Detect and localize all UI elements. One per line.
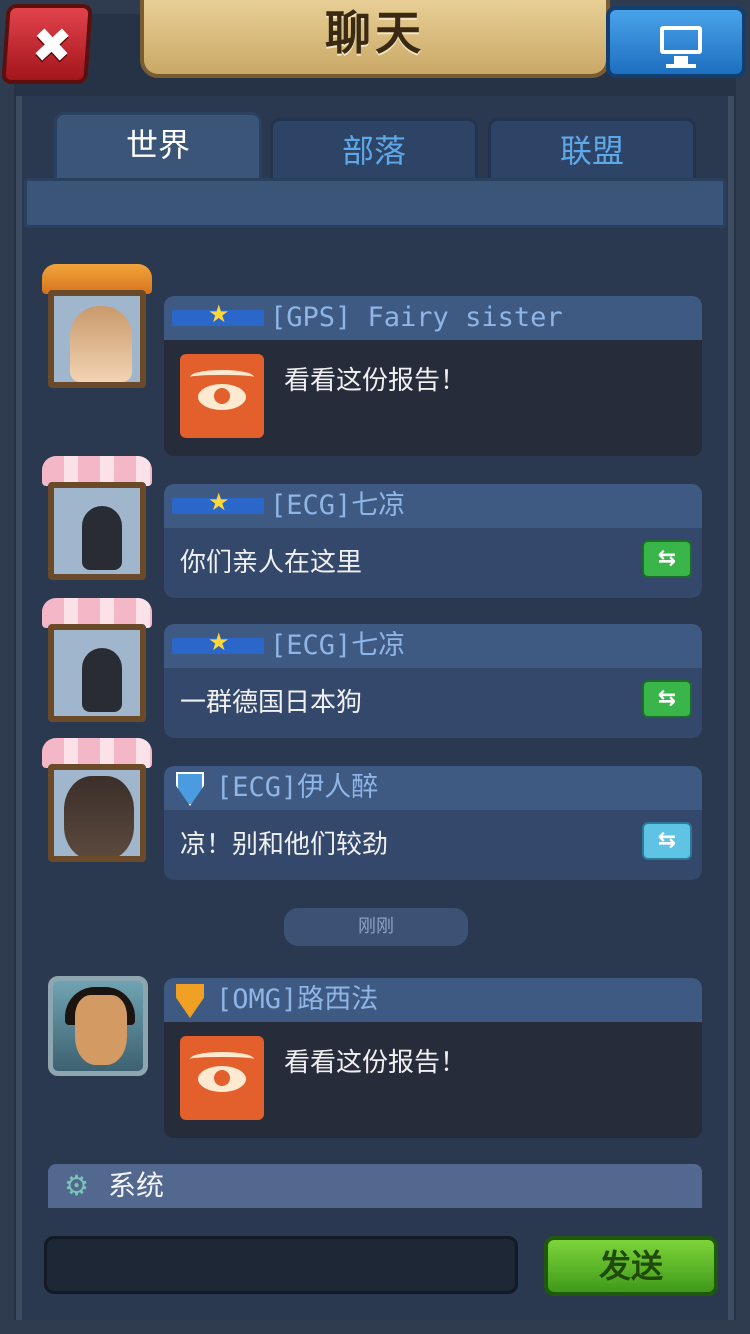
message-bubble: [OMG]路西法 看看这份报告！ bbox=[164, 978, 702, 1138]
system-label: 系统 bbox=[108, 1169, 165, 1202]
rank-banner-icon: ★ bbox=[172, 490, 264, 514]
battle-report-icon[interactable] bbox=[180, 1036, 264, 1120]
avatar[interactable] bbox=[40, 456, 154, 590]
message-bubble: [ECG]伊人醉 凉！别和他们较劲 ⇆ bbox=[164, 766, 702, 880]
sender-name: [ECG]七凉 bbox=[270, 630, 406, 661]
tab-alliance[interactable]: 联盟 bbox=[488, 118, 696, 180]
clan-shield-icon bbox=[176, 772, 204, 806]
avatar[interactable] bbox=[40, 738, 154, 872]
avatar[interactable] bbox=[40, 264, 154, 398]
close-icon: ✖ bbox=[29, 18, 75, 74]
clan-shield-icon bbox=[176, 984, 204, 1018]
close-button[interactable]: ✖ bbox=[1, 4, 93, 84]
message-text: 看看这份报告！ bbox=[284, 1048, 467, 1078]
message-bubble: ★ [GPS] Fairy sister 看看这份报告！ bbox=[164, 296, 702, 456]
sender-name: [GPS] Fairy sister bbox=[270, 302, 563, 333]
chat-tabs: 世界 部落 联盟 bbox=[50, 112, 700, 180]
system-section[interactable]: ⚙ 系统 bbox=[48, 1164, 702, 1208]
gear-icon: ⚙ bbox=[64, 1169, 90, 1202]
message-bubble: ★ [ECG]七凉 你们亲人在这里 ⇆ bbox=[164, 484, 702, 598]
message-text: 一群德国日本狗 bbox=[180, 688, 363, 718]
title-banner: 聊天 bbox=[140, 0, 610, 78]
chat-list[interactable]: ★ [GPS] Fairy sister 看看这份报告！ ★ [ECG]七凉 你… bbox=[34, 228, 716, 1208]
message-text: 你们亲人在这里 bbox=[180, 548, 363, 578]
rank-banner-icon: ★ bbox=[172, 630, 264, 654]
message-text: 看看这份报告！ bbox=[284, 366, 467, 396]
translate-icon[interactable]: ⇆ bbox=[642, 822, 692, 860]
page-title: 聊天 bbox=[325, 6, 425, 60]
chat-input[interactable] bbox=[44, 1236, 518, 1294]
translate-icon[interactable]: ⇆ bbox=[642, 540, 692, 578]
screen-button[interactable] bbox=[606, 6, 746, 78]
tab-world[interactable]: 世界 bbox=[54, 112, 262, 180]
message-text: 凉！别和他们较劲 bbox=[180, 830, 389, 860]
timestamp-divider: 刚刚 bbox=[284, 908, 468, 946]
message-bubble: ★ [ECG]七凉 一群德国日本狗 ⇆ bbox=[164, 624, 702, 738]
rank-banner-icon: ★ bbox=[172, 302, 264, 326]
avatar[interactable] bbox=[40, 598, 154, 732]
sender-name: [ECG]七凉 bbox=[270, 490, 406, 521]
monitor-icon bbox=[660, 26, 702, 54]
send-button[interactable]: 发送 bbox=[544, 1236, 718, 1296]
tab-tribe[interactable]: 部落 bbox=[270, 118, 478, 180]
tab-underline bbox=[24, 178, 726, 228]
translate-icon[interactable]: ⇆ bbox=[642, 680, 692, 718]
battle-report-icon[interactable] bbox=[180, 354, 264, 438]
avatar[interactable] bbox=[48, 976, 148, 1076]
sender-name: [ECG]伊人醉 bbox=[216, 772, 379, 803]
sender-name: [OMG]路西法 bbox=[216, 984, 379, 1015]
